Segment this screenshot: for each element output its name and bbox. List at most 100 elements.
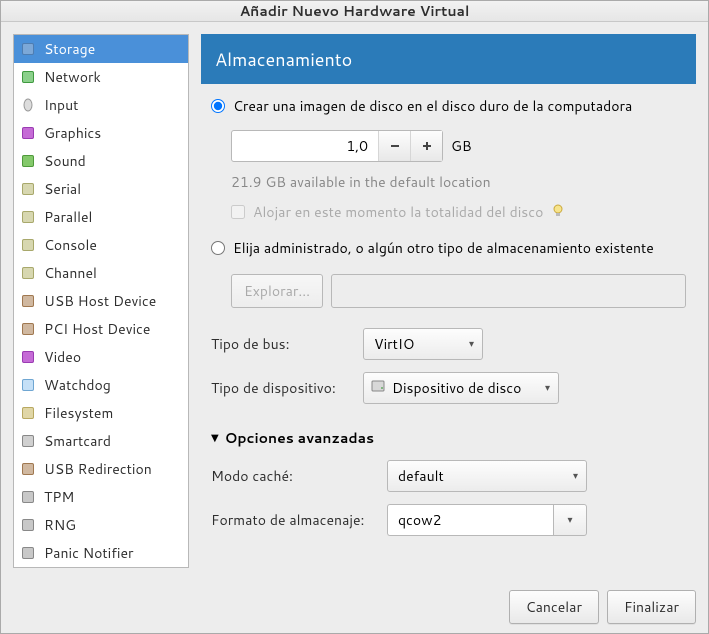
storage-format-label: Formato de almacenaje:: [211, 510, 381, 530]
sidebar-item-rng[interactable]: RNG: [14, 511, 188, 539]
channel-icon: [20, 265, 36, 281]
sidebar-item-tpm[interactable]: TPM: [14, 483, 188, 511]
allocate-now-label: Alojar en este momento la totalidad del …: [253, 202, 543, 222]
serial-icon: [20, 181, 36, 197]
rng-icon: [20, 517, 36, 533]
size-decrement[interactable]: [378, 131, 410, 161]
tpm-icon: [20, 489, 36, 505]
panic-icon: [20, 545, 36, 561]
expander-arrow-icon: ▼: [211, 431, 219, 445]
harddisk-icon: [370, 378, 386, 399]
radio-managed-input[interactable]: [211, 241, 225, 255]
chevron-down-icon: ▾: [567, 513, 572, 527]
sound-icon: [20, 153, 36, 169]
sidebar-item-graphics[interactable]: Graphics: [14, 119, 188, 147]
advanced-options-label: Opciones avanzadas: [225, 428, 374, 448]
sidebar-item-label: PCI Host Device: [44, 319, 150, 339]
chevron-down-icon: ▾: [469, 337, 474, 351]
parallel-icon: [20, 209, 36, 225]
pci-host-icon: [20, 321, 36, 337]
size-increment[interactable]: [410, 131, 442, 161]
sidebar-item-label: Smartcard: [44, 431, 111, 451]
sidebar-item-label: USB Host Device: [44, 291, 156, 311]
sidebar-item-channel[interactable]: Channel: [14, 259, 188, 287]
browse-button: Explorar...: [231, 274, 323, 308]
sidebar-item-label: Parallel: [44, 207, 92, 227]
sidebar-item-label: RNG: [44, 515, 76, 535]
storage-path-input: [331, 274, 686, 308]
sidebar-item-label: Serial: [44, 179, 81, 199]
cache-mode-combo[interactable]: default ▾: [387, 460, 587, 492]
sidebar-item-storage[interactable]: Storage: [14, 35, 188, 63]
size-spinner[interactable]: [231, 130, 443, 162]
sidebar-item-video[interactable]: Video: [14, 343, 188, 371]
chevron-down-icon: ▾: [545, 381, 550, 395]
storage-icon: [20, 41, 36, 57]
storage-format-dropdown[interactable]: ▾: [553, 504, 587, 536]
storage-format-input[interactable]: [387, 504, 553, 536]
bus-type-combo[interactable]: VirtIO ▾: [363, 328, 483, 360]
radio-create-input[interactable]: [211, 99, 225, 113]
sidebar-item-usb-host[interactable]: USB Host Device: [14, 287, 188, 315]
radio-managed-label: Elija administrado, o algún otro tipo de…: [233, 238, 654, 258]
bus-type-value: VirtIO: [374, 334, 414, 354]
sidebar-item-usb-redir[interactable]: USB Redirection: [14, 455, 188, 483]
sidebar-item-panic[interactable]: Panic Notifier: [14, 539, 188, 567]
sidebar-item-label: Storage: [44, 39, 95, 59]
device-type-value: Dispositivo de disco: [392, 378, 521, 398]
bus-type-label: Tipo de bus:: [211, 334, 357, 354]
sidebar-item-input[interactable]: Input: [14, 91, 188, 119]
size-unit: GB: [451, 136, 472, 156]
sidebar-item-console[interactable]: Console: [14, 231, 188, 259]
sidebar-item-label: Panic Notifier: [44, 543, 133, 563]
sidebar-item-network[interactable]: Network: [14, 63, 188, 91]
device-type-combo[interactable]: Dispositivo de disco ▾: [363, 372, 559, 404]
sidebar-item-serial[interactable]: Serial: [14, 175, 188, 203]
cache-mode-label: Modo caché:: [211, 466, 381, 486]
sidebar-item-label: Graphics: [44, 123, 101, 143]
sidebar-item-filesystem[interactable]: Filesystem: [14, 399, 188, 427]
hardware-sidebar: Storage Network Input Graphics Sound Ser…: [13, 34, 189, 568]
advanced-options-expander[interactable]: ▼ Opciones avanzadas: [211, 428, 686, 448]
radio-managed-storage[interactable]: Elija administrado, o algún otro tipo de…: [211, 238, 686, 258]
smartcard-icon: [20, 433, 36, 449]
input-icon: [20, 97, 36, 113]
window-title: Añadir Nuevo Hardware Virtual: [1, 1, 708, 22]
sidebar-item-smartcard[interactable]: Smartcard: [14, 427, 188, 455]
sidebar-item-label: Network: [44, 67, 101, 87]
radio-create-label: Crear una imagen de disco en el disco du…: [233, 96, 632, 116]
watchdog-icon: [20, 377, 36, 393]
sidebar-item-label: USB Redirection: [44, 459, 152, 479]
usb-redir-icon: [20, 461, 36, 477]
sidebar-item-pci-host[interactable]: PCI Host Device: [14, 315, 188, 343]
console-icon: [20, 237, 36, 253]
sidebar-item-parallel[interactable]: Parallel: [14, 203, 188, 231]
graphics-icon: [20, 125, 36, 141]
filesystem-icon: [20, 405, 36, 421]
sidebar-item-label: TPM: [44, 487, 74, 507]
lightbulb-icon: [551, 202, 565, 222]
cache-mode-value: default: [398, 466, 444, 486]
sidebar-item-label: Channel: [44, 263, 97, 283]
sidebar-item-label: Input: [44, 95, 78, 115]
cancel-button[interactable]: Cancelar: [509, 590, 599, 624]
device-type-label: Tipo de dispositivo:: [211, 378, 357, 398]
allocate-now-checkbox: [231, 205, 245, 219]
panel-title: Almacenamiento: [201, 34, 696, 84]
available-space: 21.9 GB available in the default locatio…: [231, 172, 686, 192]
storage-format-combo[interactable]: ▾: [387, 504, 587, 536]
usb-host-icon: [20, 293, 36, 309]
sidebar-item-label: Sound: [44, 151, 86, 171]
sidebar-item-sound[interactable]: Sound: [14, 147, 188, 175]
video-icon: [20, 349, 36, 365]
sidebar-item-label: Filesystem: [44, 403, 113, 423]
sidebar-item-label: Video: [44, 347, 81, 367]
sidebar-item-label: Watchdog: [44, 375, 111, 395]
network-icon: [20, 69, 36, 85]
sidebar-item-label: Console: [44, 235, 97, 255]
radio-create-disk[interactable]: Crear una imagen de disco en el disco du…: [211, 96, 686, 116]
chevron-down-icon: ▾: [573, 469, 578, 483]
finish-button[interactable]: Finalizar: [607, 590, 696, 624]
sidebar-item-watchdog[interactable]: Watchdog: [14, 371, 188, 399]
size-input[interactable]: [232, 131, 378, 161]
